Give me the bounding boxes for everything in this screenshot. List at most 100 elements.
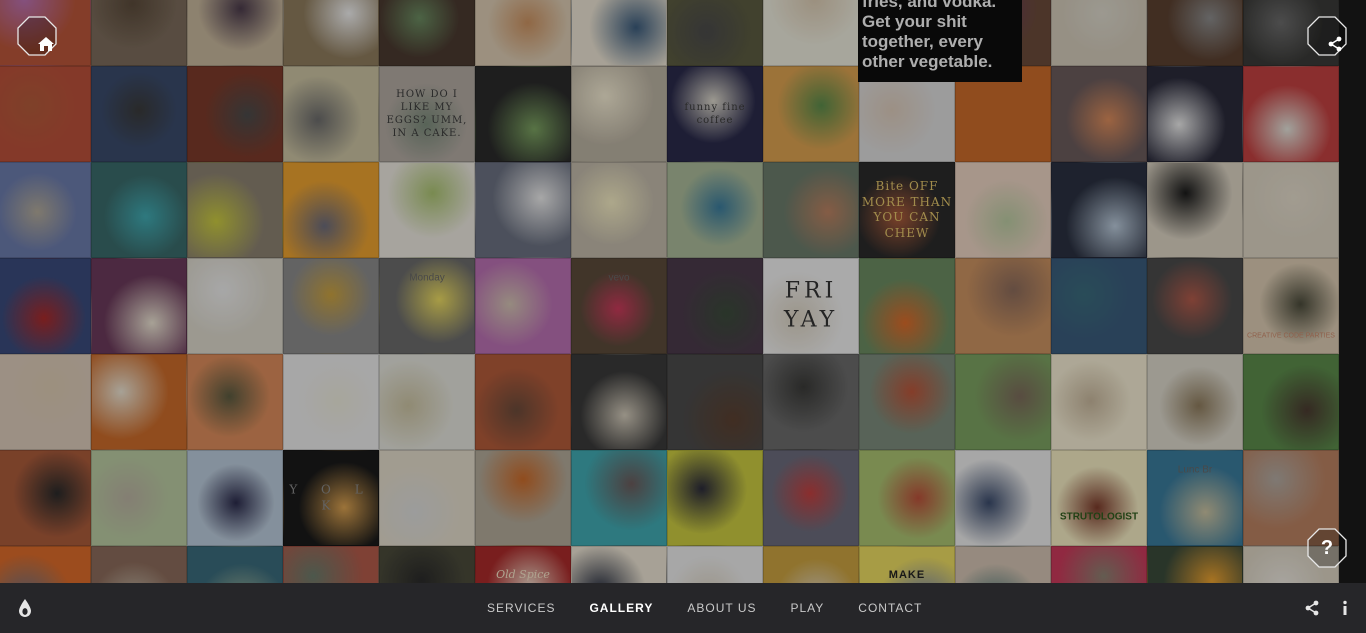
photo-mosaic: HOW DO I LIKE MY EGGS? UMM, IN A CAKE. fu… [0,0,1361,633]
gallery-photo[interactable] [91,66,187,162]
gallery-photo[interactable] [667,258,763,354]
gallery-photo[interactable] [955,258,1051,354]
gallery-photo[interactable] [667,450,763,546]
gallery-photo[interactable] [91,354,187,450]
nav-actions [1304,583,1348,633]
gallery-photo[interactable] [571,162,667,258]
gallery-photo[interactable] [1243,162,1339,258]
gallery-photo[interactable] [1051,162,1147,258]
gallery-photo[interactable] [955,162,1051,258]
nav-link-contact[interactable]: CONTACT [841,601,939,615]
gallery-photo[interactable] [0,450,91,546]
gallery-photo[interactable] [91,450,187,546]
gallery-photo[interactable] [0,354,91,450]
gallery-photo[interactable] [1051,258,1147,354]
gallery-photo[interactable]: FRI YAY [763,258,859,354]
tile-caption: funny fine coffee [684,102,746,126]
gallery-photo[interactable]: funny fine coffee [667,66,763,162]
gallery-photo[interactable] [955,354,1051,450]
gallery-photo[interactable] [283,354,379,450]
gallery-photo[interactable] [1147,0,1243,66]
gallery-photo[interactable] [475,450,571,546]
gallery-photo[interactable] [1051,354,1147,450]
gallery-photo[interactable]: Bite OFF MORE THAN YOU CAN CHEW [859,162,955,258]
help-label: ? [1320,536,1334,559]
gallery-photo[interactable] [379,450,475,546]
gallery-photo[interactable] [763,162,859,258]
gallery-photo[interactable] [91,162,187,258]
quote-tile[interactable]: fries, and vodka. Get your shit together… [858,0,1022,82]
gallery-photo[interactable] [475,258,571,354]
gallery-photo[interactable] [475,162,571,258]
gallery-photo[interactable] [763,66,859,162]
gallery-photo[interactable] [0,162,91,258]
gallery-photo[interactable]: HOW DO I LIKE MY EGGS? UMM, IN A CAKE. [379,66,475,162]
gallery-photo[interactable] [379,354,475,450]
nav-link-play[interactable]: PLAY [773,601,841,615]
gallery-photo[interactable] [475,0,571,66]
gallery-photo[interactable] [571,0,667,66]
gallery-photo[interactable] [0,66,91,162]
gallery-photo[interactable]: Monday [379,258,475,354]
gallery-photo[interactable] [187,66,283,162]
gallery-photo[interactable] [283,162,379,258]
gallery-photo[interactable] [0,258,91,354]
quote-line: fries, and vodka. [862,0,997,11]
gallery-photo[interactable] [571,450,667,546]
gallery-photo[interactable] [955,450,1051,546]
gallery-photo[interactable] [1147,162,1243,258]
gallery-photo[interactable] [283,0,379,66]
gallery-photo[interactable] [1243,354,1339,450]
gallery-photo[interactable] [379,0,475,66]
gallery-photo[interactable] [187,0,283,66]
gallery-photo[interactable] [91,258,187,354]
gallery-photo[interactable] [475,66,571,162]
gallery-photo[interactable]: Lunc Br [1147,450,1243,546]
gallery-photo[interactable] [187,450,283,546]
tile-caption: vevo [608,272,630,284]
gallery-photo[interactable] [1243,66,1339,162]
gallery-photo[interactable]: vevo [571,258,667,354]
nav-link-gallery[interactable]: GALLERY [572,601,670,615]
tile-caption: Old Spice [496,568,550,582]
gallery-photo[interactable] [763,450,859,546]
quote-line: Get your shit [862,12,967,31]
gallery-photo[interactable] [283,258,379,354]
gallery-photo[interactable] [571,354,667,450]
gallery-photo[interactable] [1147,66,1243,162]
gallery-photo[interactable] [475,354,571,450]
gallery-photo[interactable]: STRUTOLOGIST [1051,450,1147,546]
drop-logo-icon[interactable] [17,598,33,618]
help-button[interactable]: ? [1307,528,1347,568]
gallery-photo[interactable] [667,354,763,450]
gallery-photo[interactable] [859,450,955,546]
gallery-photo[interactable] [91,0,187,66]
gallery-photo[interactable] [187,258,283,354]
main-nav: SERVICES GALLERY ABOUT US PLAY CONTACT [470,583,939,633]
gallery-photo[interactable] [1051,66,1147,162]
gallery-photo[interactable] [1147,354,1243,450]
share-button[interactable] [1307,16,1347,56]
gallery-photo[interactable] [187,354,283,450]
gallery-photo[interactable] [667,0,763,66]
gallery-photo[interactable]: CREATIVE CODE PARTIES [1243,258,1339,354]
gallery-photo[interactable]: Y O L K [283,450,379,546]
nav-link-services[interactable]: SERVICES [470,601,572,615]
gallery-photo[interactable] [1147,258,1243,354]
gallery-photo[interactable] [1051,0,1147,66]
gallery-photo[interactable] [859,258,955,354]
tile-caption: CREATIVE CODE PARTIES [1247,332,1335,340]
gallery-photo[interactable] [763,0,859,66]
gallery-photo[interactable] [571,66,667,162]
share-icon[interactable] [1304,600,1320,616]
gallery-photo[interactable] [379,162,475,258]
gallery-photo[interactable] [667,162,763,258]
more-vertical-icon[interactable] [1342,600,1348,616]
gallery-photo[interactable] [763,354,859,450]
gallery-photo[interactable] [283,66,379,162]
gallery-photo[interactable] [859,354,955,450]
gallery-photo[interactable] [187,162,283,258]
home-button[interactable] [17,16,57,56]
nav-link-about-us[interactable]: ABOUT US [670,601,773,615]
gallery-page: HOW DO I LIKE MY EGGS? UMM, IN A CAKE. fu… [0,0,1366,633]
